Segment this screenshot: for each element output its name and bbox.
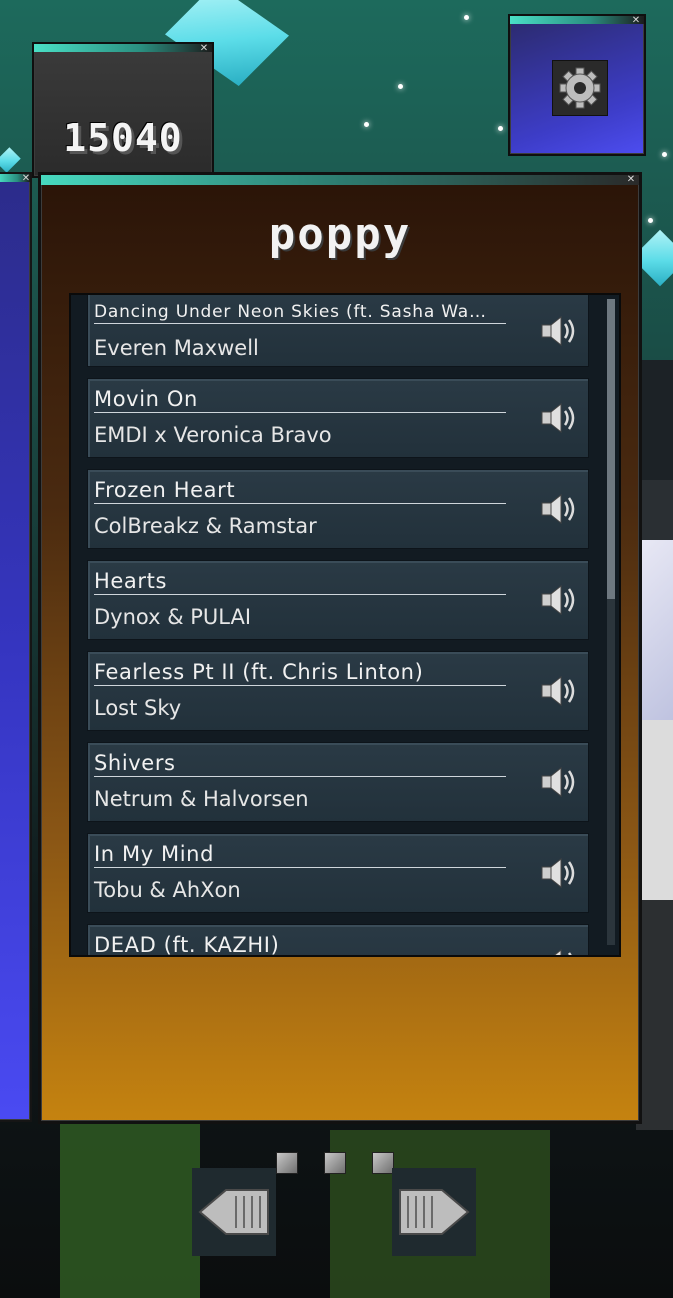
track-artist: Dynox & PULAI [94,605,252,629]
gear-icon [559,67,601,109]
close-icon[interactable]: ✕ [198,44,210,54]
star-decoration [464,15,469,20]
prev-button[interactable] [192,1168,276,1256]
track-row[interactable]: Frozen Heart ColBreakz & Ramstar [87,469,589,549]
panel-title: poppy [268,209,412,260]
track-title: Hearts [94,569,506,595]
track-title: In My Mind [94,842,506,868]
page-indicator[interactable] [276,1152,298,1174]
track-artist: Tobu & AhXon [94,878,241,902]
scrollbar[interactable] [607,299,615,945]
star-decoration [662,152,667,157]
track-artist: Everen Maxwell [94,336,259,360]
track-title: Shivers [94,751,506,777]
next-button[interactable] [392,1168,476,1256]
scrollbar-thumb[interactable] [607,299,615,599]
track-title: Fearless Pt II (ft. Chris Linton) [94,660,506,686]
track-row[interactable]: In My Mind Tobu & AhXon [87,833,589,913]
track-row[interactable]: Hearts Dynox & PULAI [87,560,589,640]
playlist-panel: ✕ poppy Dancing Under Neon Skies (ft. Sa… [38,172,642,1124]
speaker-icon[interactable] [538,943,580,957]
page-indicator[interactable] [324,1152,346,1174]
arrow-left-icon [198,1189,269,1235]
speaker-icon[interactable] [538,670,580,712]
block-decoration [60,1120,200,1298]
side-panel: ✕ [0,172,32,1122]
score-value: 15040 [63,116,183,160]
track-title: DEAD (ft. KAZHI) [94,933,506,955]
star-decoration [364,122,369,127]
settings-panel: ✕ [508,14,646,156]
settings-button[interactable] [552,60,608,116]
track-row[interactable]: DEAD (ft. KAZHI) [87,924,589,957]
window-titlebar [510,16,644,24]
window-titlebar [34,44,212,52]
star-decoration [398,84,403,89]
close-icon[interactable]: ✕ [630,16,642,26]
arrow-right-icon [399,1189,470,1235]
track-title: Movin On [94,387,506,413]
track-artist: Netrum & Halvorsen [94,787,309,811]
track-artist: EMDI x Veronica Bravo [94,423,332,447]
close-icon[interactable]: ✕ [625,175,637,185]
track-artist: ColBreakz & Ramstar [94,514,317,538]
track-row[interactable]: Dancing Under Neon Skies (ft. Sasha Wa… … [87,295,589,367]
speaker-icon[interactable] [538,852,580,894]
track-artist: Lost Sky [94,696,182,720]
speaker-icon[interactable] [538,579,580,621]
page-indicator[interactable] [372,1152,394,1174]
crystal-decoration [0,147,21,173]
track-row[interactable]: Shivers Netrum & Halvorsen [87,742,589,822]
track-title: Dancing Under Neon Skies (ft. Sasha Wa… [94,302,506,324]
track-title: Frozen Heart [94,478,506,504]
track-row[interactable]: Movin On EMDI x Veronica Bravo [87,378,589,458]
speaker-icon[interactable] [538,397,580,439]
window-titlebar [41,175,639,185]
close-icon[interactable]: ✕ [20,174,32,184]
star-decoration [648,218,653,223]
track-list[interactable]: Dancing Under Neon Skies (ft. Sasha Wa… … [69,293,621,957]
speaker-icon[interactable] [538,761,580,803]
speaker-icon[interactable] [538,488,580,530]
star-decoration [498,126,503,131]
track-row[interactable]: Fearless Pt II (ft. Chris Linton) Lost S… [87,651,589,731]
speaker-icon[interactable] [538,310,580,352]
score-panel: ✕ 15040 [32,42,214,178]
